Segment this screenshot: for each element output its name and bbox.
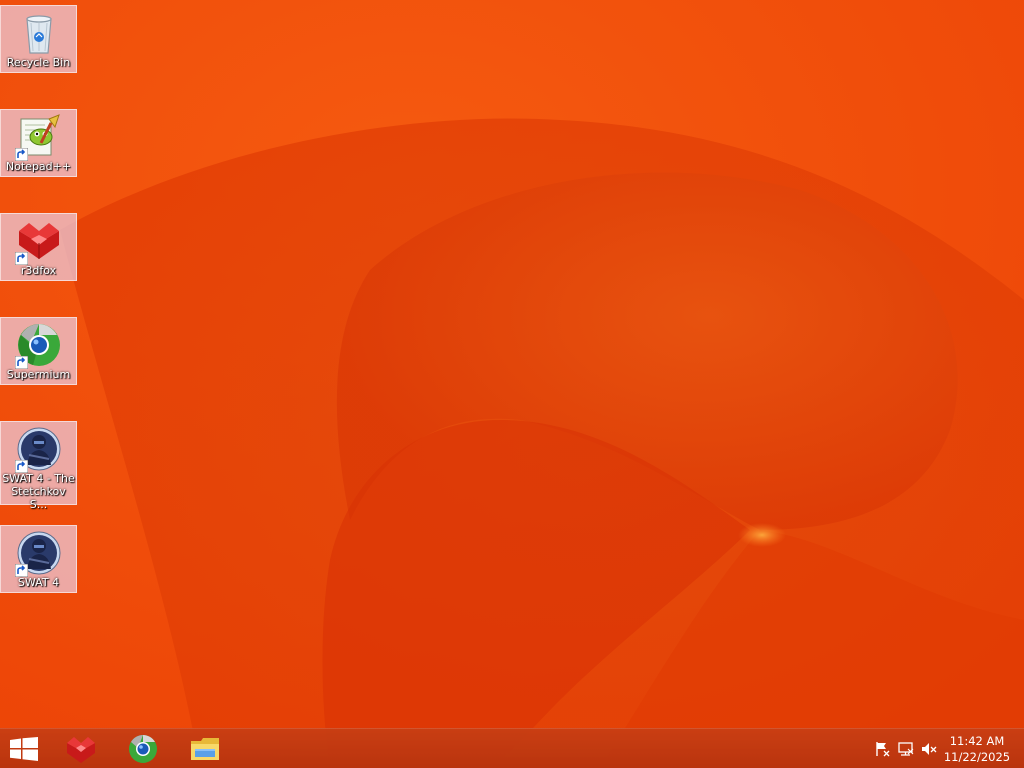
clock-time: 11:42 AM: [949, 734, 1005, 748]
desktop-icon-label: Supermium: [6, 368, 71, 381]
r3dfox-icon: [67, 737, 95, 763]
volume-muted-icon[interactable]: [920, 740, 938, 758]
desktop-icon-label: SWAT 4 - The Stetchkov S...: [2, 472, 75, 511]
supermium-icon: [129, 735, 157, 763]
windows-logo-icon: [10, 737, 38, 761]
action-center-flag-icon[interactable]: [874, 740, 892, 758]
recycle-bin-icon: [15, 9, 63, 57]
desktop-icon-label: SWAT 4: [17, 576, 60, 589]
desktop-icon-recycle-bin[interactable]: Recycle Bin: [0, 5, 77, 73]
desktop-icon-swat4-stetchkov[interactable]: SWAT 4 - The Stetchkov S...: [0, 421, 77, 511]
start-button[interactable]: [0, 729, 48, 768]
desktop-icon-r3dfox[interactable]: r3dfox: [0, 213, 77, 281]
desktop-icon-label: Notepad++: [5, 160, 72, 173]
desktop-icon-label: Recycle Bin: [6, 56, 71, 69]
desktop-icon-supermium[interactable]: Supermium: [0, 317, 77, 385]
clock-date: 11/22/2025: [943, 750, 1011, 764]
desktop-icon-notepad-plus-plus[interactable]: Notepad++: [0, 109, 77, 177]
taskbar-pin-supermium[interactable]: [113, 729, 173, 768]
desktop-icon-label: r3dfox: [20, 264, 57, 277]
taskbar-clock[interactable]: 11:42 AM 11/22/2025: [942, 733, 1012, 765]
network-icon[interactable]: [897, 740, 915, 758]
desktop[interactable]: Recycle Bin Notepad++ r3dfox Supermium S…: [0, 0, 1024, 768]
file-explorer-icon: [191, 738, 219, 760]
wallpaper: [0, 0, 1024, 768]
taskbar-pin-file-explorer[interactable]: [175, 729, 235, 768]
taskbar-pin-r3dfox[interactable]: [51, 729, 111, 768]
taskbar[interactable]: 11:42 AM 11/22/2025: [0, 728, 1024, 768]
desktop-icon-swat4[interactable]: SWAT 4: [0, 525, 77, 593]
